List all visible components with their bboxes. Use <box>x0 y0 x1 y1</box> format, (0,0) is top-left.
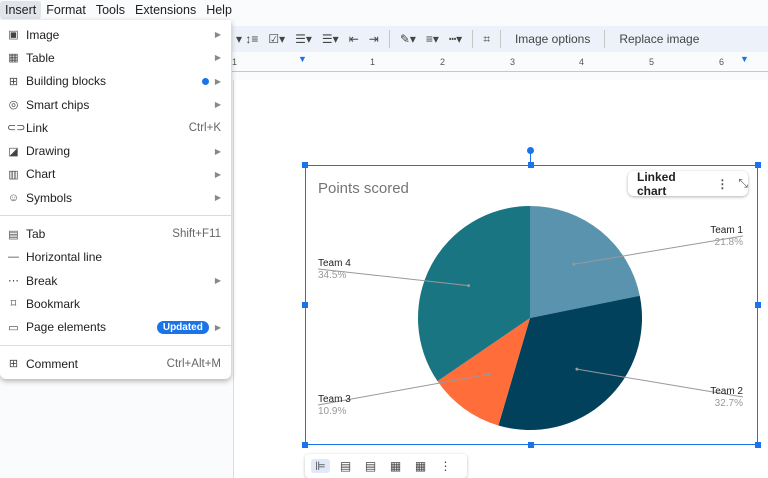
menu-item-image[interactable]: ▣ Image ▶ <box>0 23 231 46</box>
menu-item-label: Horizontal line <box>26 250 103 265</box>
menu-item-tab[interactable]: ▤ Tab Shift+F11 <box>0 222 231 245</box>
chart-icon: ▥ <box>8 168 19 181</box>
submenu-arrow-icon: ▶ <box>214 193 221 203</box>
wrap-text-icon[interactable]: ▤ <box>336 459 355 473</box>
resize-handle[interactable] <box>755 162 761 168</box>
menu-item-label: Comment <box>26 356 79 371</box>
menu-separator <box>0 215 231 217</box>
menu-item-label: Image <box>26 27 60 42</box>
table-icon: ▦ <box>8 52 19 65</box>
inline-icon[interactable]: ⊫ <box>311 459 330 473</box>
updated-badge: Updated <box>156 320 209 334</box>
horizontal-line-icon: — <box>8 251 19 264</box>
menu-item-label: Table <box>26 50 55 65</box>
link-icon: ⊂⊃ <box>7 122 26 135</box>
resize-handle[interactable] <box>528 162 534 168</box>
submenu-arrow-icon: ▶ <box>214 146 221 156</box>
menu-item-comment[interactable]: ⊞ Comment Ctrl+Alt+M <box>0 352 231 375</box>
menu-item-label: Chart <box>26 167 56 182</box>
more-options-icon[interactable]: ⋮ <box>436 459 455 473</box>
page-elements-icon: ▭ <box>8 321 19 334</box>
menu-item-label: Tab <box>26 227 46 242</box>
tab-icon: ▤ <box>8 228 19 241</box>
more-vert-icon[interactable]: ⋮ <box>716 177 728 191</box>
smart-chips-icon: ◎ <box>8 99 19 112</box>
resize-handle[interactable] <box>528 442 534 448</box>
menu-item-link[interactable]: ⊂⊃ Link Ctrl+K <box>0 116 231 139</box>
resize-handle[interactable] <box>755 442 761 448</box>
break-icon: ⋯ <box>8 275 19 288</box>
resize-handle[interactable] <box>755 302 761 308</box>
shortcut: Shift+F11 <box>172 228 221 241</box>
bookmark-icon: ⌑ <box>10 298 17 311</box>
menu-item-label: Building blocks <box>26 74 107 89</box>
emoji-icon: ☺ <box>7 191 20 204</box>
linked-chart-chip[interactable]: Linked chart ⋮ ⤡ <box>628 169 748 198</box>
submenu-arrow-icon: ▶ <box>214 169 221 179</box>
menu-item-chart[interactable]: ▥ Chart ▶ <box>0 163 231 186</box>
menu-item-label: Page elements <box>26 320 107 335</box>
submenu-arrow-icon: ▶ <box>214 322 221 332</box>
submenu-arrow-icon: ▶ <box>214 100 221 110</box>
menu-item-smart-chips[interactable]: ◎ Smart chips ▶ <box>0 93 231 116</box>
shortcut: Ctrl+Alt+M <box>166 357 221 370</box>
menu-item-label: Link <box>26 120 49 135</box>
image-icon: ▣ <box>8 29 19 42</box>
resize-handle[interactable] <box>302 162 308 168</box>
linked-chart-label: Linked chart <box>637 169 676 198</box>
menu-item-bookmark[interactable]: ⌑ Bookmark <box>0 292 231 315</box>
submenu-arrow-icon: ▶ <box>214 53 221 63</box>
menu-item-table[interactable]: ▦ Table ▶ <box>0 46 231 69</box>
menu-item-drawing[interactable]: ◪ Drawing ▶ <box>0 139 231 162</box>
drawing-icon: ◪ <box>8 145 19 158</box>
new-indicator-dot <box>201 77 209 85</box>
comment-icon: ⊞ <box>8 358 19 370</box>
submenu-arrow-icon: ▶ <box>214 30 221 40</box>
menu-item-label: Symbols <box>26 190 73 205</box>
menu-item-building-blocks[interactable]: ⊞ Building blocks ▶ <box>0 70 231 93</box>
menu-item-page-elements[interactable]: ▭ Page elements Updated ▶ <box>0 316 231 339</box>
behind-text-icon[interactable]: ▦ <box>386 459 405 473</box>
shortcut: Ctrl+K <box>188 121 221 134</box>
menu-item-break[interactable]: ⋯ Break ▶ <box>0 269 231 292</box>
menu-item-horizontal-line[interactable]: — Horizontal line <box>0 246 231 269</box>
menu-separator <box>0 344 231 346</box>
submenu-arrow-icon: ▶ <box>214 76 221 86</box>
menu-item-label: Drawing <box>26 144 71 159</box>
break-text-icon[interactable]: ▤ <box>361 459 380 473</box>
menu-item-label: Bookmark <box>26 296 81 311</box>
insert-menu: ▣ Image ▶ ▦ Table ▶ ⊞ Building blocks ▶ ◎ Smart ch… <box>0 20 231 379</box>
submenu-arrow-icon: ▶ <box>214 276 221 286</box>
menu-item-label: Smart chips <box>26 97 90 112</box>
building-blocks-icon: ⊞ <box>8 75 19 88</box>
image-wrap-toolbar: ⊫ ▤ ▤ ▦ ▦ ⋮ <box>305 454 467 478</box>
unlink-icon[interactable]: ⤡ <box>738 176 748 191</box>
selection-box <box>305 165 758 445</box>
menu-item-symbols[interactable]: ☺ Symbols ▶ <box>0 186 231 209</box>
menu-item-label: Break <box>26 273 58 288</box>
rotate-handle[interactable] <box>527 147 534 154</box>
resize-handle[interactable] <box>302 442 308 448</box>
front-of-text-icon[interactable]: ▦ <box>411 459 430 473</box>
resize-handle[interactable] <box>302 302 308 308</box>
